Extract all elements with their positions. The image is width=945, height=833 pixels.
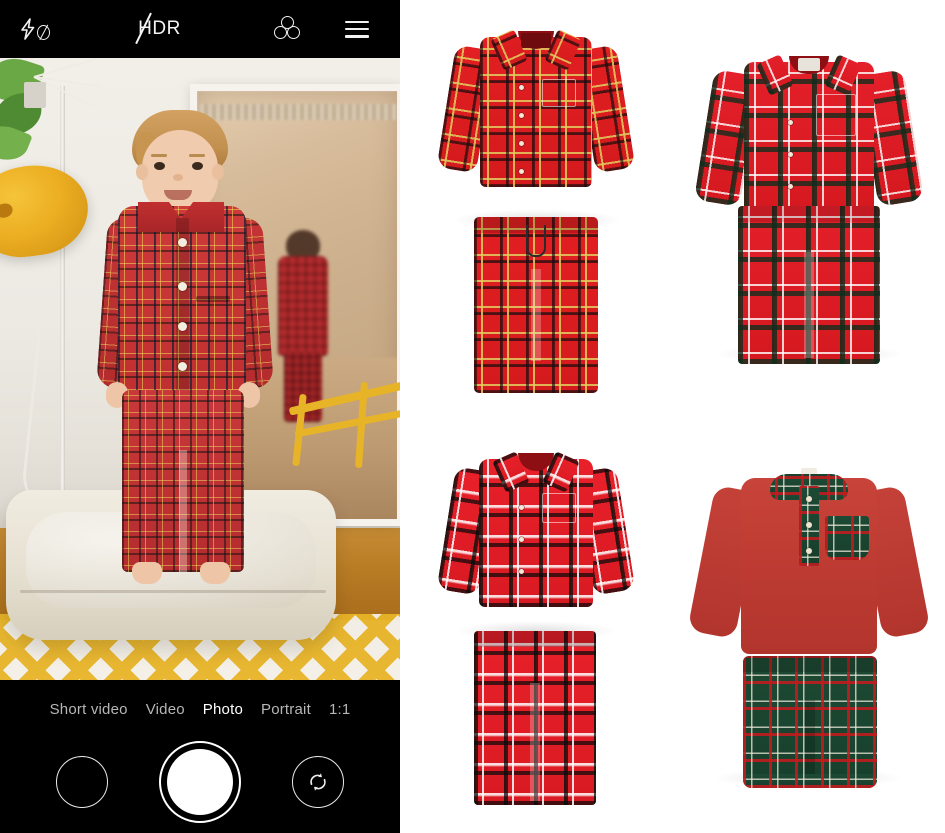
product-2-image bbox=[693, 48, 924, 368]
gallery-thumbnail-icon[interactable] bbox=[56, 756, 108, 808]
mode-video[interactable]: Video bbox=[146, 701, 185, 718]
flash-toggle-button[interactable] bbox=[5, 0, 67, 58]
camera-flip-icon bbox=[310, 773, 326, 791]
product-4-pocket bbox=[824, 515, 869, 560]
mode-portrait[interactable]: Portrait bbox=[261, 701, 311, 718]
hdr-off-icon: HDR bbox=[135, 12, 183, 44]
child-pyjama-bottoms bbox=[122, 390, 244, 572]
product-4-image bbox=[687, 460, 931, 790]
product-card-4[interactable] bbox=[673, 417, 945, 833]
lamp-socket-box bbox=[24, 82, 46, 108]
hdr-toggle-button[interactable]: HDR bbox=[67, 0, 252, 58]
shutter-button[interactable] bbox=[159, 741, 241, 823]
product-1-image bbox=[436, 23, 636, 394]
mode-photo[interactable]: Photo bbox=[203, 701, 243, 718]
mode-one-to-one[interactable]: 1:1 bbox=[329, 701, 350, 718]
flash-off-icon bbox=[19, 16, 53, 42]
filters-button[interactable] bbox=[252, 0, 322, 58]
product-4-henley-top bbox=[687, 460, 931, 660]
product-2-trousers bbox=[737, 206, 880, 365]
product-card-2[interactable] bbox=[673, 0, 945, 417]
viewfinder-scene bbox=[0, 58, 400, 680]
flash-off-zero-glyph bbox=[37, 25, 50, 40]
product-1-trousers bbox=[474, 217, 599, 394]
product-results-grid bbox=[400, 0, 945, 833]
menu-button[interactable] bbox=[322, 0, 392, 58]
camera-action-row bbox=[0, 732, 400, 832]
hamburger-menu-icon bbox=[345, 20, 369, 38]
color-filters-icon bbox=[274, 16, 300, 42]
product-2-shirt bbox=[693, 48, 924, 226]
child-head bbox=[142, 130, 218, 214]
camera-top-bar: HDR bbox=[0, 0, 400, 58]
camera-bottom-bar: Short video Video Photo Portrait 1:1 bbox=[0, 680, 400, 833]
camera-flip-button[interactable] bbox=[292, 756, 344, 808]
product-3-shirt bbox=[436, 445, 636, 617]
camera-app: HDR Short video Video Photo Portrait 1:1 bbox=[0, 0, 400, 833]
camera-mode-selector[interactable]: Short video Video Photo Portrait 1:1 bbox=[0, 680, 400, 732]
product-card-3[interactable] bbox=[400, 417, 673, 833]
product-4-trousers bbox=[742, 655, 877, 788]
product-3-trousers bbox=[474, 630, 597, 805]
yellow-rail bbox=[284, 376, 400, 471]
mode-short-video[interactable]: Short video bbox=[50, 701, 128, 718]
lightning-bolt-glyph bbox=[21, 18, 35, 40]
product-3-image bbox=[436, 445, 636, 805]
child-subject bbox=[96, 106, 274, 606]
product-1-shirt bbox=[436, 23, 636, 203]
camera-viewfinder[interactable] bbox=[0, 58, 400, 680]
screen-root: HDR Short video Video Photo Portrait 1:1 bbox=[0, 0, 945, 833]
product-card-1[interactable] bbox=[400, 0, 673, 417]
